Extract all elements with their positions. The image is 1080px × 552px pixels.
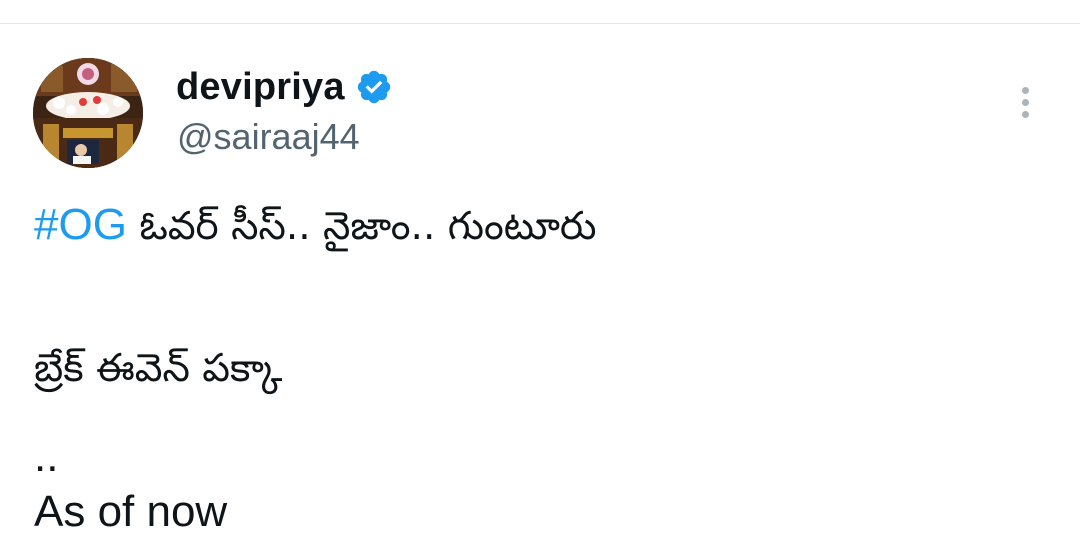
user-handle[interactable]: @sairaaj44 xyxy=(177,113,360,161)
hashtag-link[interactable]: #OG xyxy=(34,200,127,249)
top-divider xyxy=(0,23,1080,24)
tweet-line-4: As of now xyxy=(34,487,228,536)
tweet-line-1-text: ఓవర్ సీస్.. నైజాం.. గుంటూరు xyxy=(126,204,597,249)
more-vertical-icon-dot xyxy=(1021,98,1029,106)
avatar[interactable] xyxy=(33,58,143,168)
name-row: devipriya xyxy=(176,62,393,112)
tweet-line-3: .. xyxy=(34,432,59,481)
tweet-line-1: #OG ఓవర్ సీస్.. నైజాం.. గుంటూరు xyxy=(34,197,597,255)
avatar-image xyxy=(33,58,143,168)
more-vertical-icon-dot xyxy=(1021,110,1029,118)
display-name[interactable]: devipriya xyxy=(176,62,345,112)
more-options-button[interactable] xyxy=(1008,80,1042,124)
tweet-line-2: బ్రేక్ ఈవెన్ పక్కా xyxy=(34,346,283,391)
verified-badge-icon xyxy=(355,68,393,106)
more-vertical-icon xyxy=(1021,86,1029,94)
